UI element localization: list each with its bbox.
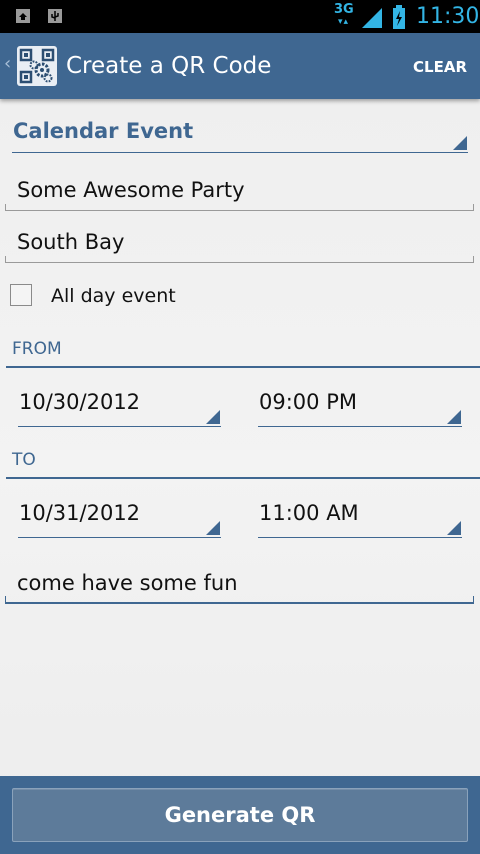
usb-icon: [47, 8, 63, 24]
generate-qr-button[interactable]: Generate QR: [12, 788, 468, 842]
to-time-spinner[interactable]: 11:00 AM: [258, 492, 462, 538]
event-title-value: Some Awesome Party: [17, 178, 245, 202]
signal-strength-icon: [360, 6, 384, 32]
from-time-spinner[interactable]: 09:00 PM: [258, 381, 462, 427]
location-value: South Bay: [17, 230, 125, 254]
location-field[interactable]: South Bay: [5, 225, 474, 263]
to-date-spinner[interactable]: 10/31/2012: [18, 492, 221, 538]
from-date-spinner[interactable]: 10/30/2012: [18, 381, 221, 427]
from-section-header: FROM: [0, 338, 480, 368]
to-label: TO: [12, 450, 36, 470]
all-day-checkbox[interactable]: [10, 284, 32, 306]
back-chevron-icon[interactable]: ‹: [4, 55, 11, 73]
qr-type-spinner[interactable]: Calendar Event: [12, 115, 468, 153]
from-time-value: 09:00 PM: [259, 390, 357, 414]
description-value: come have some fun: [17, 571, 238, 595]
dropdown-corner-icon: [206, 410, 220, 424]
qr-type-value: Calendar Event: [13, 119, 194, 143]
event-title-field[interactable]: Some Awesome Party: [5, 173, 474, 211]
all-day-checkbox-row[interactable]: All day event: [10, 284, 210, 308]
dropdown-corner-icon: [453, 136, 467, 150]
status-bar: 3G ▾▴ 11:30: [0, 0, 480, 33]
to-date-value: 10/31/2012: [19, 501, 141, 525]
data-activity-icon: ▾▴: [338, 17, 350, 27]
to-divider: [6, 477, 480, 479]
all-day-label: All day event: [51, 285, 176, 307]
dropdown-corner-icon: [447, 521, 461, 535]
from-date-value: 10/30/2012: [19, 390, 141, 414]
dropdown-corner-icon: [206, 521, 220, 535]
clear-button[interactable]: CLEAR: [413, 58, 467, 76]
action-bar: ‹ Create a QR Code CLEAR: [0, 33, 480, 99]
from-label: FROM: [12, 339, 62, 359]
battery-charging-icon: [392, 5, 406, 33]
page-title: Create a QR Code: [66, 53, 272, 79]
clock: 11:30: [416, 4, 480, 29]
network-type-label: 3G: [334, 2, 354, 17]
notification-box-icon: [15, 8, 31, 24]
description-field[interactable]: come have some fun: [5, 566, 474, 604]
to-section-header: TO: [0, 449, 480, 479]
dropdown-corner-icon: [447, 410, 461, 424]
from-divider: [6, 366, 480, 368]
bottom-bar: Generate QR: [0, 776, 480, 854]
qr-gear-icon[interactable]: [17, 46, 57, 86]
to-time-value: 11:00 AM: [259, 501, 359, 525]
